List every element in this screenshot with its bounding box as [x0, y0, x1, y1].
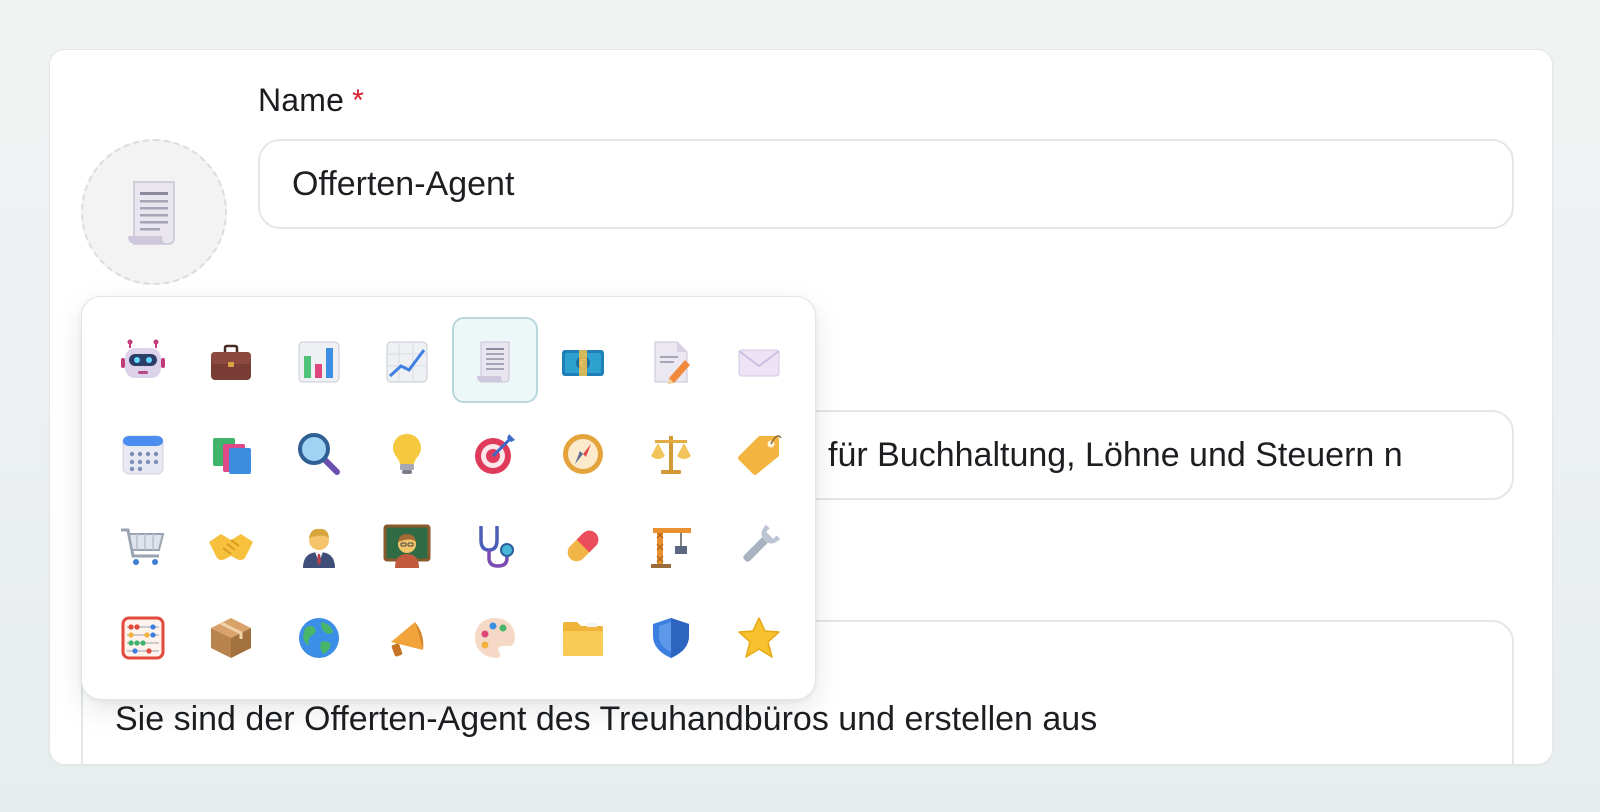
- envelope-icon: [738, 349, 780, 377]
- icon-option-pill[interactable]: [539, 500, 627, 592]
- icon-option-calendar[interactable]: [99, 408, 187, 500]
- icon-option-briefcase[interactable]: [187, 316, 275, 408]
- icon-option-handshake[interactable]: [187, 500, 275, 592]
- icon-option-banknote[interactable]: €: [539, 316, 627, 408]
- icon-option-package[interactable]: [187, 592, 275, 684]
- shield-icon: [653, 618, 689, 658]
- icon-option-teacher[interactable]: [363, 500, 451, 592]
- compass-icon: [563, 434, 603, 474]
- icon-option-lightbulb[interactable]: [363, 408, 451, 500]
- agent-avatar-button[interactable]: [81, 139, 227, 285]
- icon-option-stethoscope[interactable]: [451, 500, 539, 592]
- name-label-text: Name: [258, 82, 345, 118]
- lightbulb-icon: [393, 434, 421, 474]
- shopping-cart-icon: [121, 528, 165, 565]
- target-icon: [475, 434, 515, 474]
- page: Name * Offerten-Agent für Buchhaltung, L…: [0, 0, 1600, 812]
- office-worker-icon: [303, 528, 335, 568]
- line-chart-icon: [386, 341, 428, 383]
- memo-icon: [654, 341, 690, 384]
- icon-option-envelope[interactable]: [715, 316, 803, 408]
- palette-icon: [475, 618, 515, 658]
- briefcase-icon: [211, 344, 251, 380]
- bar-chart-icon: [298, 341, 340, 383]
- banknote-icon: €: [562, 350, 604, 376]
- robot-icon: [121, 339, 165, 378]
- icon-option-star[interactable]: [715, 592, 803, 684]
- abacus-icon: [121, 616, 165, 660]
- magnifier-icon: [298, 433, 340, 475]
- construction-crane-icon: [651, 528, 691, 568]
- icon-option-office-worker[interactable]: [275, 500, 363, 592]
- icon-option-line-chart[interactable]: [363, 316, 451, 408]
- icon-option-globe[interactable]: [275, 592, 363, 684]
- calendar-icon: [122, 435, 164, 475]
- icon-option-wrench[interactable]: [715, 500, 803, 592]
- pill-icon: [567, 530, 599, 562]
- icon-option-shield[interactable]: [627, 592, 715, 684]
- icon-option-target[interactable]: [451, 408, 539, 500]
- icon-option-receipt[interactable]: [451, 316, 539, 408]
- icon-option-compass[interactable]: [539, 408, 627, 500]
- name-input[interactable]: Offerten-Agent: [258, 139, 1514, 229]
- icon-option-magnifier[interactable]: [275, 408, 363, 500]
- globe-icon: [299, 618, 339, 658]
- icon-option-price-tag[interactable]: [715, 408, 803, 500]
- receipt-icon: [128, 181, 175, 245]
- icon-option-shopping-cart[interactable]: [99, 500, 187, 592]
- icon-option-palette[interactable]: [451, 592, 539, 684]
- icon-option-books[interactable]: [187, 408, 275, 500]
- description-input[interactable]: für Buchhaltung, Löhne und Steuern n: [810, 410, 1514, 500]
- name-field-label: Name *: [258, 82, 364, 119]
- package-icon: [211, 618, 251, 658]
- scales-icon: [651, 436, 691, 474]
- folder-icon: [563, 622, 603, 656]
- teacher-icon: [383, 524, 431, 568]
- icon-option-megaphone[interactable]: [363, 592, 451, 684]
- icon-option-scales[interactable]: [627, 408, 715, 500]
- icon-option-memo[interactable]: [627, 316, 715, 408]
- stethoscope-icon: [479, 526, 514, 568]
- handshake-icon: [209, 534, 253, 560]
- icon-option-abacus[interactable]: [99, 592, 187, 684]
- instructions-text: Sie sind der Offerten-Agent des Treuhand…: [115, 700, 1098, 738]
- name-input-value: Offerten-Agent: [292, 164, 515, 203]
- receipt-icon: [477, 341, 510, 383]
- icon-option-robot[interactable]: [99, 316, 187, 408]
- books-icon: [213, 438, 251, 474]
- icon-option-bar-chart[interactable]: [275, 316, 363, 408]
- icon-picker-grid: €: [99, 316, 803, 684]
- icon-option-folder[interactable]: [539, 592, 627, 684]
- star-icon: [738, 617, 780, 658]
- icon-picker-popover: €: [81, 296, 816, 700]
- price-tag-icon: [738, 435, 782, 475]
- wrench-icon: [743, 524, 781, 562]
- description-input-value: für Buchhaltung, Löhne und Steuern n: [828, 435, 1403, 474]
- icon-option-construction-crane[interactable]: [627, 500, 715, 592]
- megaphone-icon: [391, 622, 424, 657]
- required-marker: *: [352, 83, 364, 117]
- agent-form-card: Name * Offerten-Agent für Buchhaltung, L…: [49, 49, 1553, 765]
